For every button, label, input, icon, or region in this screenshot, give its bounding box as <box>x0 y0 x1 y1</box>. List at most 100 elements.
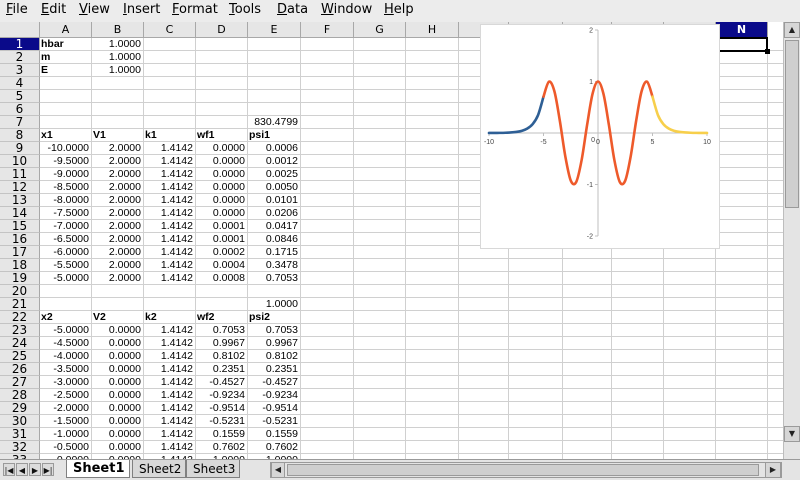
column-header-a[interactable]: A <box>40 22 92 38</box>
cell-b23[interactable]: 0.0000 <box>92 324 144 337</box>
prev-sheet-icon[interactable]: ◀ <box>16 463 28 476</box>
sheet-tab-sheet3[interactable]: Sheet3 <box>186 460 240 478</box>
cell-a32[interactable]: -0.5000 <box>40 441 92 454</box>
cell-c19[interactable]: 1.4142 <box>144 272 196 285</box>
menu-format[interactable]: Format <box>172 2 218 17</box>
cell-c22[interactable]: k2 <box>144 311 197 324</box>
cell-a12[interactable]: -8.5000 <box>40 181 92 194</box>
cell-d30[interactable]: -0.5231 <box>196 415 248 428</box>
cell-d25[interactable]: 0.8102 <box>196 350 248 363</box>
cell-e13[interactable]: 0.0101 <box>248 194 301 207</box>
cell-a13[interactable]: -8.0000 <box>40 194 92 207</box>
cell-e16[interactable]: 0.0846 <box>248 233 301 246</box>
cell-a24[interactable]: -4.5000 <box>40 337 92 350</box>
cell-c24[interactable]: 1.4142 <box>144 337 196 350</box>
cell-e12[interactable]: 0.0050 <box>248 181 301 194</box>
cell-c26[interactable]: 1.4142 <box>144 363 196 376</box>
cell-c15[interactable]: 1.4142 <box>144 220 196 233</box>
menu-window[interactable]: Window <box>321 2 372 17</box>
cell-b2[interactable]: 1.0000 <box>92 51 144 64</box>
cell-c11[interactable]: 1.4142 <box>144 168 196 181</box>
cell-b32[interactable]: 0.0000 <box>92 441 144 454</box>
cell-a1[interactable]: hbar <box>40 38 93 51</box>
cell-e7[interactable]: 830.4799 <box>248 116 301 129</box>
cell-b8[interactable]: V1 <box>92 129 145 142</box>
cell-c29[interactable]: 1.4142 <box>144 402 196 415</box>
cell-b30[interactable]: 0.0000 <box>92 415 144 428</box>
cell-b22[interactable]: V2 <box>92 311 145 324</box>
cell-a14[interactable]: -7.5000 <box>40 207 92 220</box>
cell-e17[interactable]: 0.1715 <box>248 246 301 259</box>
cell-a11[interactable]: -9.0000 <box>40 168 92 181</box>
column-header-b[interactable]: B <box>92 22 144 38</box>
cell-b28[interactable]: 0.0000 <box>92 389 144 402</box>
fill-handle[interactable] <box>765 49 770 54</box>
cell-e32[interactable]: 0.7602 <box>248 441 301 454</box>
cell-d9[interactable]: 0.0000 <box>196 142 248 155</box>
cell-b25[interactable]: 0.0000 <box>92 350 144 363</box>
cell-e9[interactable]: 0.0006 <box>248 142 301 155</box>
cell-b27[interactable]: 0.0000 <box>92 376 144 389</box>
horizontal-scroll-thumb[interactable] <box>287 464 759 476</box>
cell-b19[interactable]: 2.0000 <box>92 272 144 285</box>
cell-a17[interactable]: -6.0000 <box>40 246 92 259</box>
cell-d17[interactable]: 0.0002 <box>196 246 248 259</box>
menu-insert[interactable]: Insert <box>123 2 160 17</box>
column-header-n[interactable]: N <box>716 22 768 38</box>
cell-b16[interactable]: 2.0000 <box>92 233 144 246</box>
cell-e28[interactable]: -0.9234 <box>248 389 301 402</box>
cell-e27[interactable]: -0.4527 <box>248 376 301 389</box>
cell-e23[interactable]: 0.7053 <box>248 324 301 337</box>
cell-d32[interactable]: 0.7602 <box>196 441 248 454</box>
cell-a27[interactable]: -3.0000 <box>40 376 92 389</box>
cell-b24[interactable]: 0.0000 <box>92 337 144 350</box>
cell-e19[interactable]: 0.7053 <box>248 272 301 285</box>
active-cell-cursor[interactable] <box>715 37 768 52</box>
cell-a26[interactable]: -3.5000 <box>40 363 92 376</box>
menu-view[interactable]: View <box>79 2 110 17</box>
next-sheet-icon[interactable]: ▶ <box>29 463 41 476</box>
menu-file[interactable]: File <box>6 2 28 17</box>
wavefunction-chart[interactable]: -10 -5 0 5 10 -2 -1 0 1 2 <box>480 24 720 249</box>
cell-a10[interactable]: -9.5000 <box>40 155 92 168</box>
vertical-scrollbar[interactable]: ▲ ▼ <box>783 22 800 459</box>
cell-b1[interactable]: 1.0000 <box>92 38 144 51</box>
cell-c28[interactable]: 1.4142 <box>144 389 196 402</box>
cell-a16[interactable]: -6.5000 <box>40 233 92 246</box>
cell-d8[interactable]: wf1 <box>196 129 249 142</box>
menu-data[interactable]: Data <box>277 2 308 17</box>
cell-c14[interactable]: 1.4142 <box>144 207 196 220</box>
cell-d15[interactable]: 0.0001 <box>196 220 248 233</box>
scroll-left-button[interactable]: ◀ <box>271 462 285 478</box>
cell-e22[interactable]: psi2 <box>248 311 302 324</box>
cell-d12[interactable]: 0.0000 <box>196 181 248 194</box>
cell-b26[interactable]: 0.0000 <box>92 363 144 376</box>
cell-c31[interactable]: 1.4142 <box>144 428 196 441</box>
cell-e21[interactable]: 1.0000 <box>248 298 301 311</box>
column-header-d[interactable]: D <box>196 22 248 38</box>
cell-b10[interactable]: 2.0000 <box>92 155 144 168</box>
column-header-g[interactable]: G <box>354 22 406 38</box>
cell-d13[interactable]: 0.0000 <box>196 194 248 207</box>
cell-b13[interactable]: 2.0000 <box>92 194 144 207</box>
cell-e26[interactable]: 0.2351 <box>248 363 301 376</box>
cell-e24[interactable]: 0.9967 <box>248 337 301 350</box>
cell-b15[interactable]: 2.0000 <box>92 220 144 233</box>
cell-a3[interactable]: E <box>40 64 93 77</box>
cell-b14[interactable]: 2.0000 <box>92 207 144 220</box>
column-header-f[interactable]: F <box>301 22 354 38</box>
cell-b17[interactable]: 2.0000 <box>92 246 144 259</box>
cell-c30[interactable]: 1.4142 <box>144 415 196 428</box>
cell-c13[interactable]: 1.4142 <box>144 194 196 207</box>
cell-d24[interactable]: 0.9967 <box>196 337 248 350</box>
select-all-corner[interactable] <box>0 22 40 38</box>
column-header-h[interactable]: H <box>406 22 459 38</box>
cell-c8[interactable]: k1 <box>144 129 197 142</box>
scroll-down-button[interactable]: ▼ <box>784 426 800 442</box>
cell-a9[interactable]: -10.0000 <box>40 142 92 155</box>
cell-b29[interactable]: 0.0000 <box>92 402 144 415</box>
column-header-c[interactable]: C <box>144 22 196 38</box>
cell-a2[interactable]: m <box>40 51 93 64</box>
vertical-scroll-thumb[interactable] <box>785 40 799 208</box>
cell-a30[interactable]: -1.5000 <box>40 415 92 428</box>
